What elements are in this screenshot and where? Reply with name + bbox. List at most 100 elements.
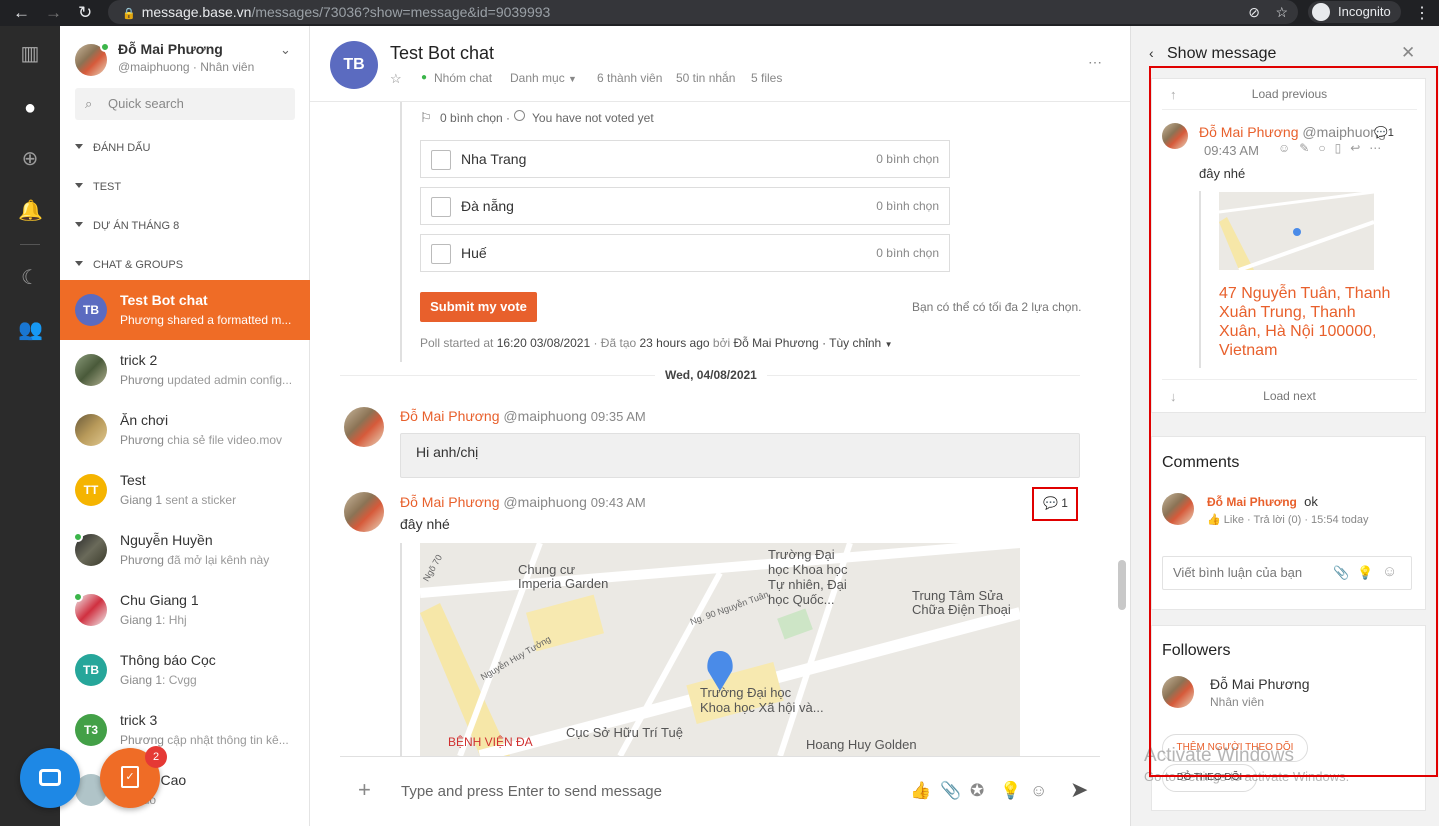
moon-icon[interactable]: ☾ — [18, 266, 42, 290]
search-icon: ⌕ — [85, 96, 93, 111]
map-label: Chung cư Imperia Garden — [518, 562, 609, 591]
option-checkbox[interactable] — [431, 244, 451, 264]
section-chat-groups[interactable]: CHAT & GROUPS — [75, 259, 183, 271]
map-label: Trường Đại học Khoa học Xã hội và... — [700, 685, 824, 715]
poll-customize[interactable]: · Tùy chỉnh — [819, 336, 881, 350]
poll-created-ago: 23 hours ago — [639, 336, 710, 350]
conversation-item[interactable]: TB Thông báo Cọc Giang 1: Cvgg — [60, 640, 310, 700]
section-starred[interactable]: ĐÁNH DẤU — [75, 142, 150, 154]
more-icon[interactable]: ⋯ — [1088, 54, 1102, 71]
preview-sender: Giang 1 — [120, 613, 163, 627]
paperclip-icon[interactable]: 📎 — [940, 781, 961, 801]
incognito-icon — [1312, 3, 1330, 21]
poll-hint: Bạn có thể có tối đa 2 lựa chọn. — [912, 300, 1082, 314]
date-divider: Wed, 04/08/2021 — [655, 368, 767, 382]
message-avatar[interactable] — [344, 407, 384, 447]
chat-type: Nhóm chat — [434, 71, 493, 85]
conversation-preview: Giang 1: Hhj — [120, 613, 295, 627]
section-project-aug[interactable]: DỰ ÁN THÁNG 8 — [75, 220, 179, 232]
preview-text: đã mở lại kênh này — [163, 553, 270, 567]
add-attachment-icon[interactable]: + — [358, 777, 371, 803]
address-bar[interactable]: 🔒 message.base.vn/messages/73036?show=mes… — [108, 0, 1298, 24]
bell-icon[interactable]: 🔔 — [18, 199, 43, 223]
conversation-item[interactable]: TB Test Bot chat Phương shared a formatt… — [60, 280, 310, 340]
poll-option[interactable]: Đà nẵng 0 bình chọn — [420, 187, 950, 225]
files-count[interactable]: 5 files — [751, 71, 782, 85]
members-count[interactable]: 6 thành viên — [597, 71, 662, 85]
section-test[interactable]: TEST — [75, 181, 121, 193]
poll-quote-bar — [400, 102, 402, 362]
more-vert-icon[interactable]: ⋮ — [1414, 3, 1430, 23]
conversation-item[interactable]: n Văn Cao ng: alo — [60, 760, 310, 820]
poll-option[interactable]: Nha Trang 0 bình chọn — [420, 140, 950, 178]
preview-sender: Phương — [120, 373, 164, 387]
close-icon[interactable]: ✕ — [1401, 43, 1415, 63]
caret-down-icon[interactable]: ▼ — [885, 340, 893, 349]
conversation-sidebar: Đỗ Mai Phương @maiphuong · Nhân viên ⌄ ⌕… — [60, 26, 310, 826]
preview-sender: Giang 1 — [120, 673, 163, 687]
badge-check-icon[interactable]: ✪ — [970, 781, 984, 801]
chat-bubble-icon[interactable]: ● — [18, 96, 42, 120]
star-icon[interactable]: ☆ — [390, 71, 402, 87]
message-time: 09:35 AM — [590, 409, 646, 424]
quick-search-input[interactable]: ⌕ Quick search — [75, 88, 295, 120]
conversation-item[interactable]: Ăn chơi Phương chia sẻ file video.mov — [60, 400, 310, 460]
message-bubble: Hi anh/chị — [400, 433, 1080, 478]
thumbs-up-icon[interactable]: 👍 — [910, 781, 931, 801]
option-checkbox[interactable] — [431, 197, 451, 217]
conversation-name: Nguyễn Huyền — [120, 532, 213, 548]
status-dot-icon: ● — [421, 72, 428, 83]
chevron-left-icon[interactable]: ‹ — [1149, 45, 1154, 61]
back-icon[interactable]: ← — [13, 3, 30, 23]
category-dropdown[interactable]: Danh mục ▼ — [510, 71, 577, 85]
poll-started-time: 16:20 03/08/2021 — [496, 336, 591, 350]
message-avatar[interactable] — [344, 492, 384, 532]
chat-fab[interactable] — [20, 748, 80, 808]
conversation-item[interactable]: trick 2 Phương updated admin config... — [60, 340, 310, 400]
category-label: Danh mục — [510, 71, 565, 85]
comment-count-button[interactable]: 💬 1 — [1043, 496, 1068, 510]
poll-option[interactable]: Huế 0 bình chọn — [420, 234, 950, 272]
emoji-icon[interactable]: ☺ — [1030, 781, 1047, 801]
message-input[interactable]: Type and press Enter to send message — [401, 783, 662, 800]
message-header: Đỗ Mai Phương @maiphuong 09:35 AM — [400, 408, 646, 424]
option-checkbox[interactable] — [431, 150, 451, 170]
chat-icon — [39, 769, 61, 786]
incognito-badge[interactable]: Incognito — [1308, 1, 1401, 23]
add-circle-icon[interactable]: ⊕ — [18, 147, 42, 171]
star-icon[interactable]: ☆ — [1275, 0, 1288, 24]
chat-title: Test Bot chat — [390, 43, 495, 63]
panel-highlight — [1149, 66, 1438, 777]
chat-scrollbar[interactable] — [1118, 560, 1126, 610]
conversation-item[interactable]: Chu Giang 1 Giang 1: Hhj — [60, 580, 310, 640]
conversation-item[interactable]: Nguyễn Huyền Phương đã mở lại kênh này — [60, 520, 310, 580]
map-label: Trường Đại học Khoa học Tự nhiên, Đại họ… — [768, 547, 848, 607]
submit-vote-button[interactable]: Submit my vote — [420, 292, 537, 322]
eye-off-icon[interactable]: ⊘ — [1248, 0, 1260, 24]
conversation-avatar: T3 — [75, 714, 107, 746]
conversation-item[interactable]: TT Test Giang 1 sent a sticker — [60, 460, 310, 520]
message-author[interactable]: Đỗ Mai Phương — [400, 408, 499, 424]
messages-count[interactable]: 50 tin nhắn — [676, 71, 735, 85]
logo-icon[interactable]: ▥ — [18, 42, 42, 66]
preview-text: chia sẻ file video.mov — [163, 433, 282, 447]
message-author[interactable]: Đỗ Mai Phương — [400, 494, 499, 510]
lightbulb-icon[interactable]: 💡 — [1000, 781, 1021, 801]
chevron-down-icon[interactable]: ⌄ — [280, 42, 291, 58]
poll-author[interactable]: Đỗ Mai Phương — [733, 336, 818, 350]
preview-text: updated admin config... — [163, 373, 293, 387]
conversation-avatar — [75, 354, 107, 386]
send-icon[interactable]: ➤ — [1070, 777, 1088, 803]
poll-by-label: bởi — [709, 336, 734, 350]
radio-icon — [514, 110, 525, 121]
group-icon[interactable]: 👥 — [18, 318, 43, 342]
forward-icon[interactable]: → — [45, 3, 62, 23]
conversation-item[interactable]: T3 trick 3 Phương cập nhật thông tin kê.… — [60, 700, 310, 760]
user-handle: @maiphuong · Nhân viên — [118, 60, 255, 74]
map-preview[interactable]: Chung cư Imperia Garden Trường Đại học K… — [420, 543, 1020, 756]
preview-sender: Phương — [120, 313, 164, 327]
map-quote-bar — [400, 543, 402, 756]
preview-text: sent a sticker — [162, 493, 237, 507]
reload-icon[interactable]: ↻ — [78, 3, 92, 23]
poll-votes-summary: 0 bình chọn · — [440, 111, 511, 125]
